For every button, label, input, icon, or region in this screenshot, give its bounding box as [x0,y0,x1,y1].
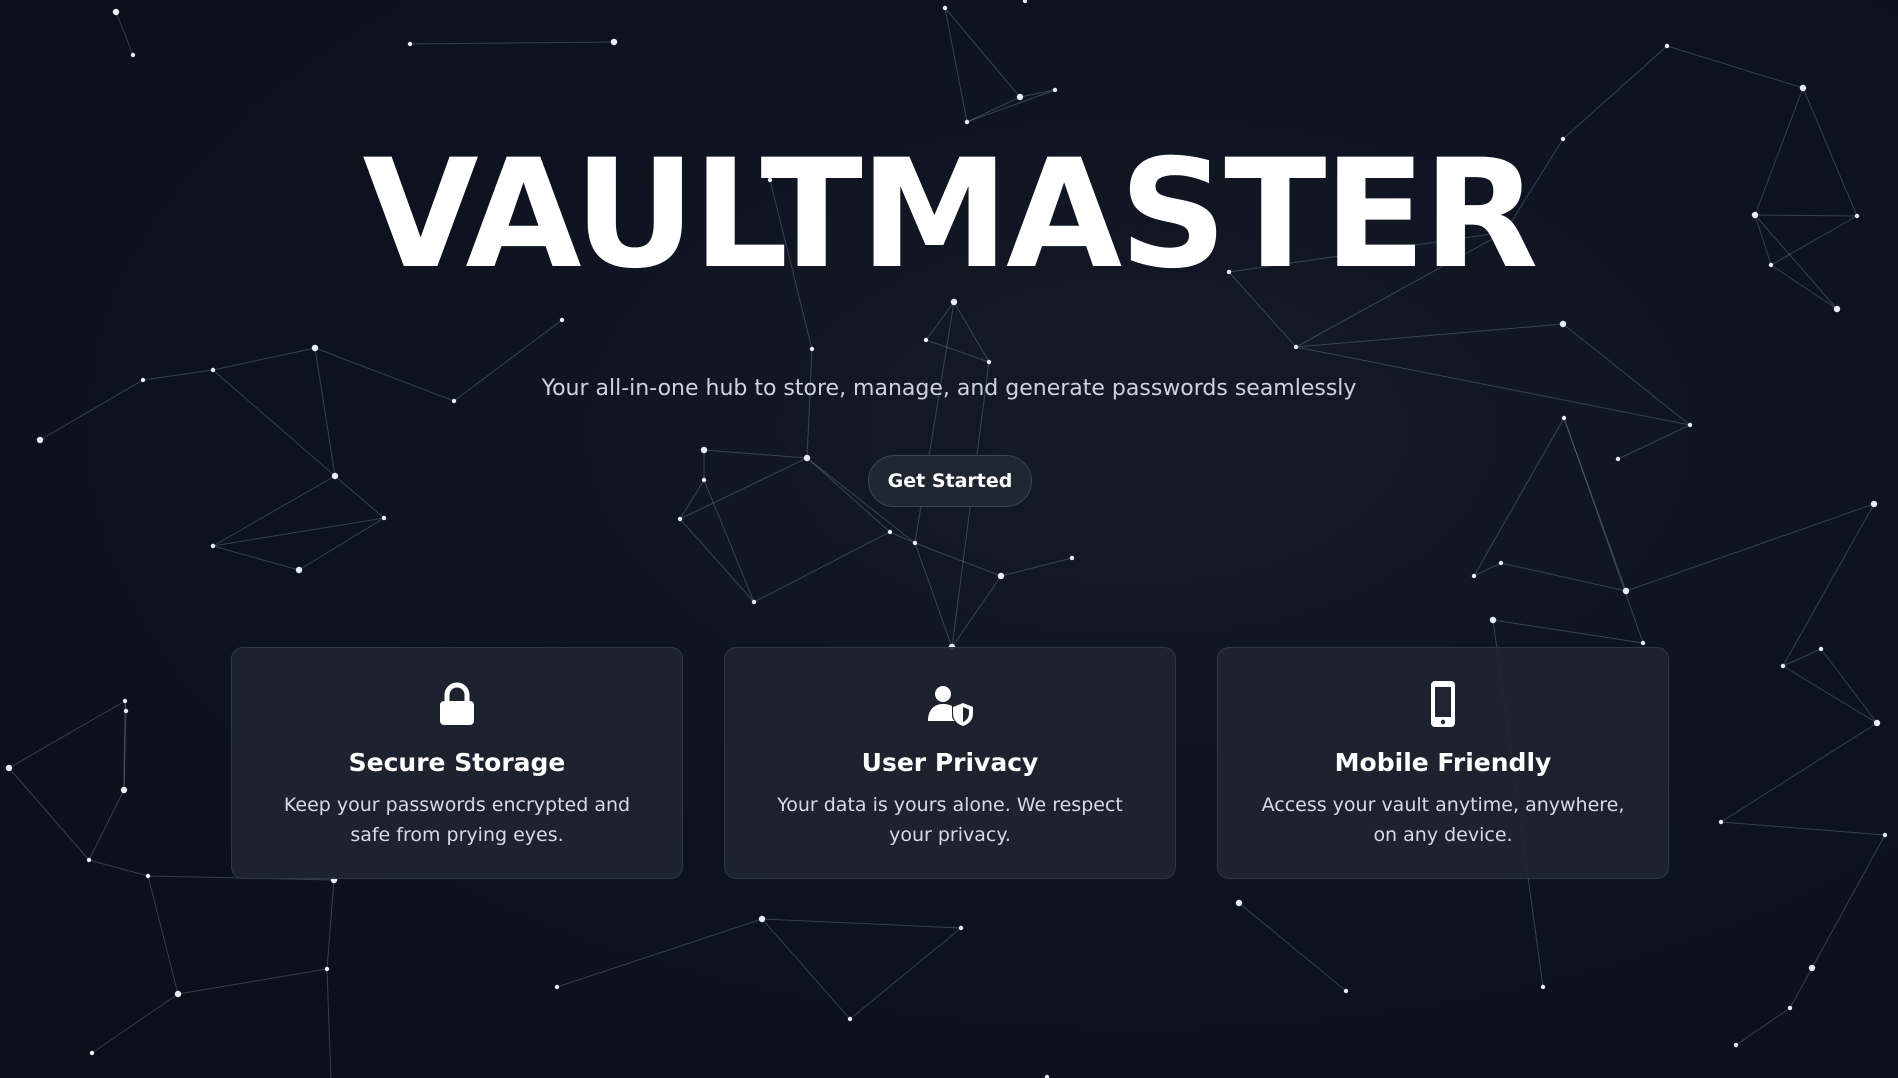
network-node [1022,0,1028,4]
user-shield-icon [925,679,975,729]
network-node [923,337,929,343]
network-node [1664,43,1670,49]
feature-title: Mobile Friendly [1334,748,1552,777]
network-node [986,359,992,365]
network-node [1687,422,1693,428]
network-node [554,984,560,990]
network-node [1808,964,1816,972]
feature-title: Secure Storage [348,748,566,777]
network-node [210,543,216,549]
feature-description: Keep your passwords encrypted and safe f… [283,794,631,846]
network-node [130,52,136,58]
lock-icon [432,679,482,729]
network-node [123,708,129,714]
feature-card-user-privacy: User Privacy Your data is yours alone. W… [724,647,1176,879]
network-node [1622,587,1630,595]
network-node [1559,320,1567,328]
network-node [210,367,216,373]
network-node [311,344,319,352]
network-node [1471,573,1477,579]
hero-subtitle: Your all-in-one hub to store, manage, an… [541,376,1357,401]
network-node [295,566,303,574]
network-node [1498,560,1504,566]
network-node [700,446,708,454]
network-node [1052,87,1058,93]
mobile-phone-icon [1418,679,1468,729]
network-node [1787,1005,1793,1011]
network-node [1733,1042,1739,1048]
network-node [1615,456,1621,462]
network-node [847,1016,853,1022]
network-node [809,346,815,352]
network-node [942,5,948,11]
network-node [1799,84,1807,92]
network-node [36,436,44,444]
network-node [1870,500,1878,508]
network-node [174,990,182,998]
feature-title: User Privacy [861,748,1039,777]
network-node [964,119,970,125]
network-node [958,925,964,931]
network-node [1873,719,1881,727]
network-node [86,857,92,863]
network-node [1540,984,1546,990]
hero-title: VAULTMASTER [362,128,1539,302]
network-node [1818,646,1824,652]
network-node [1489,616,1497,624]
network-node [112,8,120,16]
network-node [89,1050,95,1056]
feature-description: Your data is yours alone. We respect you… [777,794,1123,846]
network-node [1561,415,1567,421]
network-node [677,516,683,522]
network-node [1016,93,1024,101]
network-node [1069,555,1075,561]
get-started-button[interactable]: Get Started [868,455,1032,507]
network-node [324,966,330,972]
network-node [1882,832,1888,838]
network-node [610,38,618,46]
network-node [1235,899,1243,907]
network-node [381,515,387,521]
network-node [145,873,151,879]
network-node [331,472,339,480]
network-node [559,317,565,323]
network-node [803,454,811,462]
network-node [407,41,413,47]
network-node [1833,305,1841,313]
network-node [1293,344,1299,350]
network-node [1640,640,1646,646]
network-node [701,477,707,483]
feature-card-mobile-friendly: Mobile Friendly Access your vault anytim… [1217,647,1669,879]
network-node [1343,988,1349,994]
network-node [758,915,766,923]
network-node [1780,663,1786,669]
landing-page: VAULTMASTER Your all-in-one hub to store… [0,0,1898,1078]
network-node [1718,819,1724,825]
network-node [120,786,128,794]
feature-card-secure-storage: Secure Storage Keep your passwords encry… [231,647,683,879]
network-node [887,529,893,535]
network-node [751,599,757,605]
network-node [997,572,1005,580]
network-node [5,764,13,772]
network-node [122,698,128,704]
feature-description: Access your vault anytime, anywhere, on … [1261,794,1625,846]
network-node [912,540,918,546]
